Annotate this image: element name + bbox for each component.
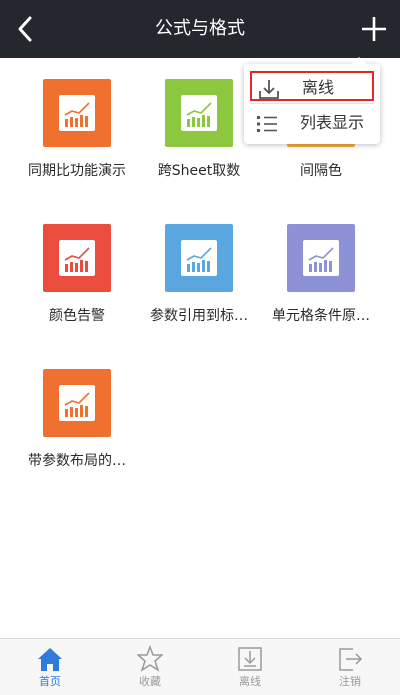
divider bbox=[250, 103, 374, 104]
report-icon bbox=[43, 224, 111, 292]
tab-home[interactable]: 首页 bbox=[0, 639, 100, 695]
menu-item-list-view[interactable]: 列表显示 bbox=[250, 108, 374, 138]
menu-item-offline[interactable]: 离线 bbox=[250, 71, 374, 101]
logout-icon bbox=[339, 648, 363, 671]
tab-label: 首页 bbox=[39, 675, 61, 688]
bottom-tab-bar: 首页 收藏 离线 注销 bbox=[0, 638, 400, 695]
report-grid: 同期比功能演示 跨Sheet取数 间隔色 颜色告警 参数引用到标… 单元格条件原… bbox=[0, 58, 400, 638]
report-icon bbox=[165, 79, 233, 147]
plus-icon bbox=[362, 17, 386, 41]
report-label: 跨Sheet取数 bbox=[157, 163, 241, 179]
report-label: 带参数布局的… bbox=[28, 453, 126, 469]
report-label: 颜色告警 bbox=[49, 308, 105, 324]
bar-chart-icon bbox=[64, 102, 90, 127]
report-label: 单元格条件原… bbox=[272, 308, 370, 324]
report-tile[interactable]: 同期比功能演示 bbox=[12, 58, 142, 179]
bar-chart-icon bbox=[64, 247, 90, 272]
report-tile[interactable]: 单元格条件原… bbox=[256, 203, 386, 324]
bar-chart-icon bbox=[186, 247, 212, 272]
menu-item-label: 列表显示 bbox=[300, 113, 365, 132]
tab-logout[interactable]: 注销 bbox=[300, 639, 400, 695]
tab-offline[interactable]: 离线 bbox=[200, 639, 300, 695]
report-tile[interactable]: 带参数布局的… bbox=[12, 348, 142, 469]
bar-chart-icon bbox=[64, 392, 90, 417]
tab-label: 离线 bbox=[239, 675, 261, 688]
top-bar: 公式与格式 bbox=[0, 0, 400, 58]
list-icon bbox=[257, 116, 277, 132]
tab-favorites[interactable]: 收藏 bbox=[100, 639, 200, 695]
star-icon bbox=[137, 645, 163, 672]
home-icon bbox=[38, 648, 62, 671]
report-tile[interactable]: 颜色告警 bbox=[12, 203, 142, 324]
bar-chart-icon bbox=[186, 102, 212, 127]
download-icon bbox=[238, 647, 262, 671]
menu-item-label: 离线 bbox=[302, 78, 335, 97]
report-icon bbox=[287, 224, 355, 292]
page-title: 公式与格式 bbox=[155, 18, 245, 39]
add-button[interactable] bbox=[360, 12, 388, 46]
download-icon bbox=[259, 80, 279, 99]
back-button[interactable] bbox=[10, 12, 42, 46]
report-icon bbox=[165, 224, 233, 292]
chevron-left-icon bbox=[18, 16, 32, 42]
report-icon bbox=[43, 79, 111, 147]
add-dropdown-menu: 离线 列表显示 bbox=[244, 57, 380, 144]
report-label: 参数引用到标… bbox=[150, 308, 248, 324]
report-icon bbox=[43, 369, 111, 437]
report-label: 间隔色 bbox=[300, 163, 342, 179]
tab-label: 收藏 bbox=[139, 675, 161, 688]
report-tile[interactable]: 参数引用到标… bbox=[134, 203, 264, 324]
tab-label: 注销 bbox=[339, 675, 361, 688]
bar-chart-icon bbox=[308, 247, 334, 272]
report-label: 同期比功能演示 bbox=[28, 163, 126, 179]
